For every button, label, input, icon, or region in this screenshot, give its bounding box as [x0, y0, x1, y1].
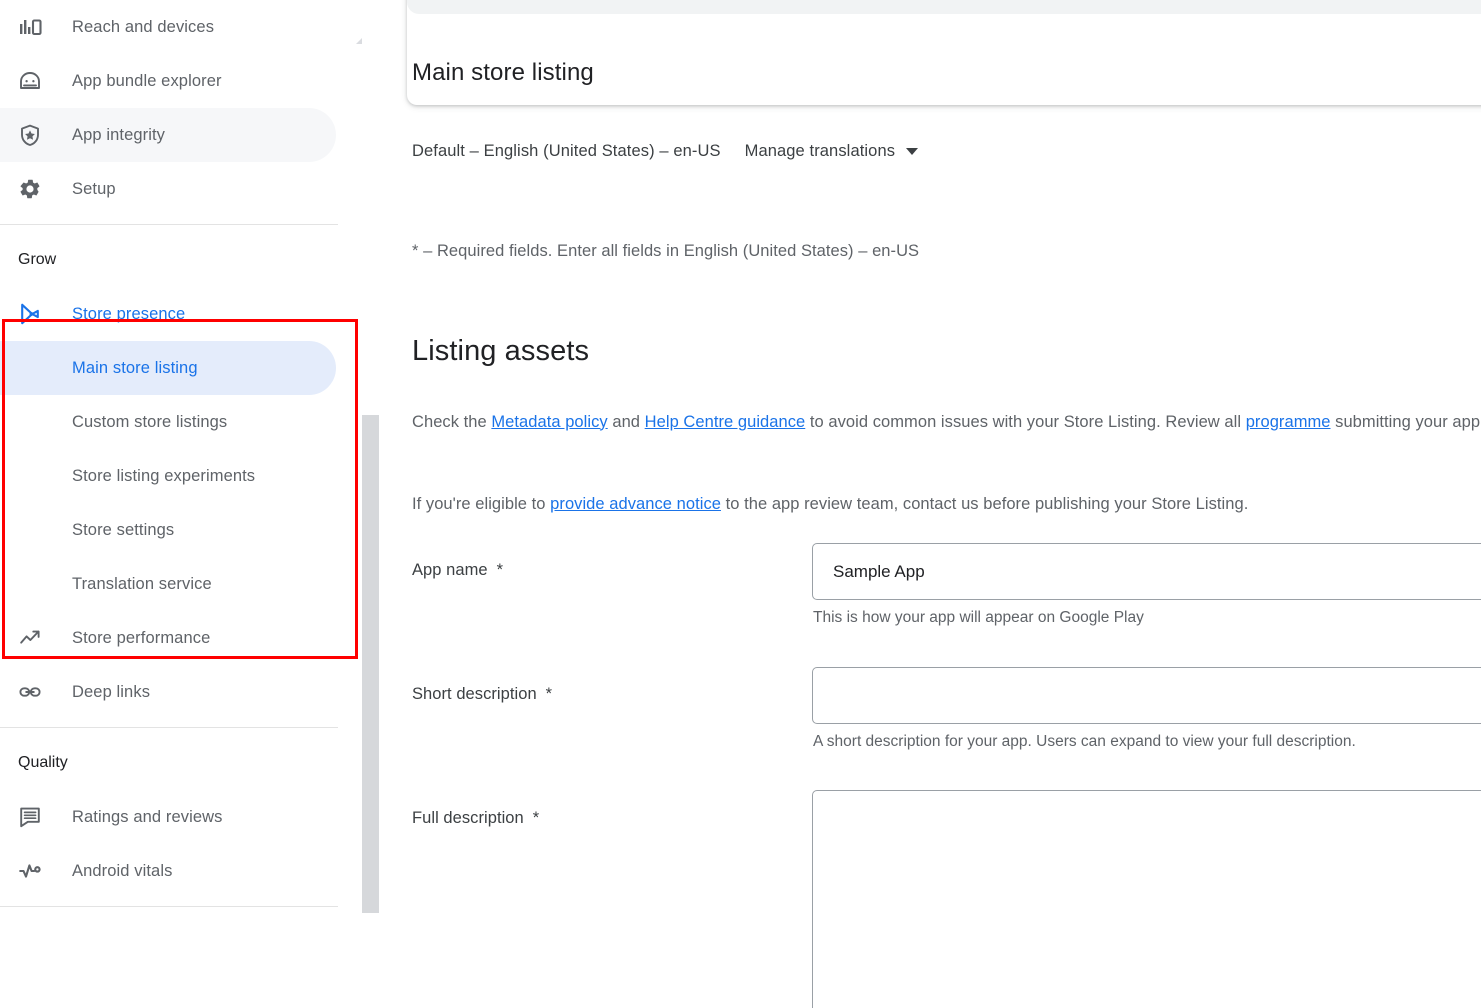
header-card: [407, 0, 1481, 105]
advance-notice-paragraph: If you're eligible to provide advance no…: [412, 491, 1481, 518]
programme-policies-link[interactable]: programme: [1246, 413, 1331, 431]
nav-group-top: Reach and devices App bundle explorer App …: [0, 0, 362, 216]
app-name-required-marker: *: [497, 561, 503, 579]
sidebar-item-translation-service[interactable]: Translation service: [0, 557, 336, 611]
metadata-policy-paragraph: Check the Metadata policy and Help Centr…: [412, 409, 1481, 436]
app-name-help-text: This is how your app will appear on Goog…: [813, 609, 1144, 627]
play-console-page: Reach and devices App bundle explorer App …: [0, 0, 1481, 1008]
main-content: Main store listing Default – English (Un…: [379, 0, 1481, 1008]
shield-star-icon: [18, 123, 52, 147]
para1-text3: to avoid common issues with your Store L…: [805, 413, 1245, 431]
sidebar-item-app-bundle-explorer[interactable]: App bundle explorer: [0, 54, 336, 108]
sidebar-item-store-listing-experiments[interactable]: Store listing experiments: [0, 449, 336, 503]
sidebar-scrollbar-thumb[interactable]: [362, 415, 379, 913]
short-description-label: Short description *: [412, 685, 552, 704]
sidebar-item-deep-links[interactable]: Deep links: [0, 665, 336, 719]
sidebar-item-label: Custom store listings: [72, 413, 227, 432]
trending-up-icon: [18, 626, 52, 650]
short-description-input[interactable]: [812, 667, 1481, 724]
google-play-icon: [18, 302, 52, 326]
app-name-label: App name *: [412, 561, 503, 580]
app-name-input[interactable]: [812, 543, 1481, 600]
sidebar-item-android-vitals[interactable]: Android vitals: [0, 844, 336, 898]
nav-divider-3: [0, 906, 338, 907]
android-bundle-icon: [18, 69, 52, 93]
sidebar-item-label: Setup: [72, 180, 116, 199]
para2-text1: If you're eligible to: [412, 495, 550, 513]
sidebar-item-setup[interactable]: Setup: [0, 162, 336, 216]
sidebar-item-label: Main store listing: [72, 359, 198, 378]
gear-icon: [18, 177, 52, 201]
sidebar-item-label: App bundle explorer: [72, 72, 222, 91]
nav-section-grow: Grow: [0, 233, 362, 287]
language-label: Default – English (United States) – en-U…: [412, 142, 721, 161]
nav-divider-2: [0, 727, 338, 728]
header-gray-banner: [407, 0, 1481, 14]
short-description-help-text: A short description for your app. Users …: [813, 733, 1356, 751]
link-icon: [18, 680, 52, 704]
para1-text1: Check the: [412, 413, 491, 431]
sidebar-item-store-presence[interactable]: Store presence: [0, 287, 336, 341]
sidebar-item-reach-and-devices[interactable]: Reach and devices: [0, 0, 336, 54]
short-description-label-text: Short description: [412, 685, 537, 703]
sidebar-item-main-store-listing[interactable]: Main store listing: [0, 341, 336, 395]
sidebar-item-label: App integrity: [72, 126, 165, 145]
metadata-policy-link[interactable]: Metadata policy: [491, 413, 607, 431]
provide-advance-notice-link[interactable]: provide advance notice: [550, 495, 721, 513]
sidebar-item-app-integrity[interactable]: App integrity: [0, 108, 336, 162]
vitals-pulse-icon: [18, 859, 52, 883]
sidebar-item-label: Store listing experiments: [72, 467, 255, 486]
sidebar-item-store-settings[interactable]: Store settings: [0, 503, 336, 557]
chevron-down-icon: [906, 148, 918, 155]
sidebar-item-ratings-and-reviews[interactable]: Ratings and reviews: [0, 790, 336, 844]
sidebar-item-label: Android vitals: [72, 862, 172, 881]
sidebar-item-label: Store presence: [72, 305, 185, 324]
language-row: Default – English (United States) – en-U…: [412, 142, 918, 161]
full-description-label-text: Full description: [412, 809, 524, 827]
nav-group-grow: Store presence Main store listing Custom s…: [0, 287, 362, 719]
sidebar-item-label: Store settings: [72, 521, 174, 540]
sidebar-item-label: Reach and devices: [72, 18, 214, 37]
manage-translations-button[interactable]: Manage translations: [745, 142, 919, 161]
sidebar-item-label: Ratings and reviews: [72, 808, 222, 827]
sidebar-item-label: Deep links: [72, 683, 150, 702]
para1-text4: submitting your app.: [1331, 413, 1481, 431]
full-description-label: Full description *: [412, 809, 539, 828]
nav-section-quality: Quality: [0, 736, 362, 790]
sidebar-item-custom-store-listings[interactable]: Custom store listings: [0, 395, 336, 449]
short-description-required-marker: *: [546, 685, 552, 703]
para2-text2: to the app review team, contact us befor…: [721, 495, 1248, 513]
review-comment-icon: [18, 805, 52, 829]
bar-chart-device-icon: [18, 15, 52, 39]
nav-divider-1: [0, 224, 338, 225]
full-description-required-marker: *: [533, 809, 539, 827]
full-description-input[interactable]: [812, 790, 1481, 1008]
manage-translations-label: Manage translations: [745, 142, 896, 161]
listing-assets-title: Listing assets: [412, 335, 589, 368]
page-title: Main store listing: [412, 59, 594, 87]
nav-group-quality: Ratings and reviews Android vitals: [0, 790, 362, 898]
para1-text2: and: [608, 413, 645, 431]
sidebar-item-label: Store performance: [72, 629, 210, 648]
left-navigation-sidebar: Reach and devices App bundle explorer App …: [0, 0, 362, 1008]
app-name-label-text: App name: [412, 561, 488, 579]
required-fields-note: * – Required fields. Enter all fields in…: [412, 242, 919, 261]
sidebar-item-store-performance[interactable]: Store performance: [0, 611, 336, 665]
sidebar-item-label: Translation service: [72, 575, 212, 594]
help-centre-guidance-link[interactable]: Help Centre guidance: [645, 413, 806, 431]
